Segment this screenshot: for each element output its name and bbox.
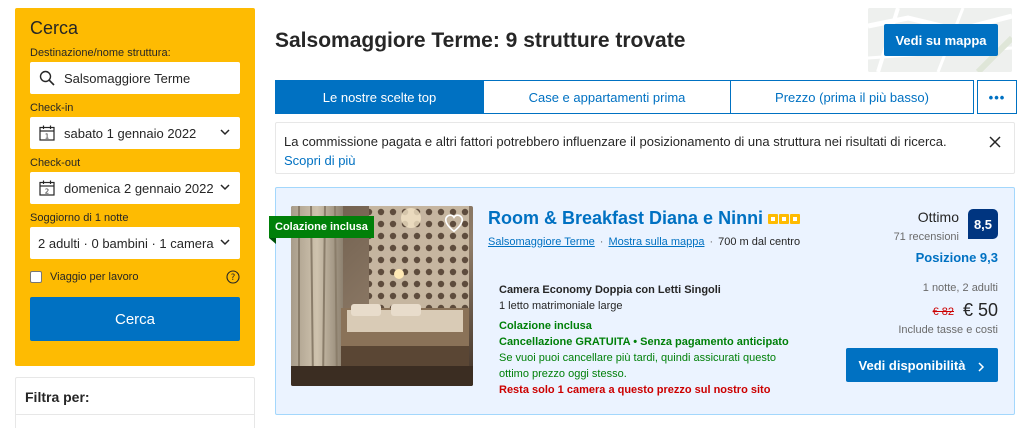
destination-field[interactable]: Salsomaggiore Terme [30, 62, 240, 94]
star-rating [768, 213, 801, 224]
checkout-value: domenica 2 gennaio 2022 [64, 180, 214, 196]
original-price: € 82 [932, 306, 954, 318]
results-heading: Salsomaggiore Terme: 9 strutture trovate [275, 29, 686, 52]
guests-value: 2 adulti · 0 bambini · 1 camera [38, 235, 214, 251]
availability-label: Vedi disponibilità [858, 357, 966, 373]
property-name[interactable]: Room & Breakfast Diana e Ninni [488, 208, 763, 229]
chevron-down-icon [219, 181, 231, 193]
close-icon[interactable] [988, 135, 1002, 149]
tab-price-lowest[interactable]: Prezzo (prima il più basso) [730, 80, 974, 114]
cancellation-note-line-2: ottimo prezzo oggi stesso. [499, 368, 627, 380]
heart-icon[interactable] [443, 212, 465, 234]
stay-summary: 1 notte, 2 adulti [922, 282, 998, 294]
guests-select[interactable]: 2 adulti · 0 bambini · 1 camera [30, 227, 240, 259]
search-button[interactable]: Cerca [30, 297, 240, 341]
checkout-field[interactable]: 2 domenica 2 gennaio 2022 [30, 172, 240, 204]
work-trip-row: Viaggio per lavoro ? [30, 270, 240, 284]
property-name-row: Room & Breakfast Diana e Ninni [488, 208, 801, 229]
checkout-label: Check-out [30, 157, 81, 169]
star-icon [790, 213, 801, 224]
filter-title: Filtra per: [25, 389, 90, 405]
filter-panel: Filtra per: [15, 377, 255, 428]
breakfast-badge: Colazione inclusa [269, 216, 374, 238]
see-availability-button[interactable]: Vedi disponibilità [846, 348, 998, 382]
calendar-icon: 2 [38, 179, 56, 197]
discounted-price: € 50 [962, 300, 998, 320]
stay-length-label: Soggiorno di 1 notte [30, 212, 129, 224]
rating-word: Ottimo [917, 209, 959, 225]
distance-text: 700 m dal centro [718, 236, 801, 248]
search-panel: Cerca Destinazione/nome struttura: Salso… [15, 8, 255, 366]
ranking-notice: La commissione pagata e altri fattori po… [275, 122, 1015, 174]
review-score-badge[interactable]: 8,5 [968, 209, 998, 239]
search-icon [38, 69, 56, 87]
checkin-icon-day: 1 [45, 133, 49, 141]
checkin-value: sabato 1 gennaio 2022 [64, 125, 197, 141]
checkin-field[interactable]: 1 sabato 1 gennaio 2022 [30, 117, 240, 149]
star-icon [768, 213, 779, 224]
review-count: 71 recensioni [893, 231, 959, 243]
chevron-right-icon [977, 360, 985, 372]
star-icon [779, 213, 790, 224]
destination-value: Salsomaggiore Terme [64, 70, 191, 86]
help-icon[interactable]: ? [226, 270, 240, 284]
chevron-down-icon [219, 126, 231, 138]
scarcity-message: Resta solo 1 camera a questo prezzo sul … [499, 384, 771, 396]
separator: · [599, 236, 604, 248]
location-score: Posizione 9,3 [915, 250, 998, 265]
chevron-down-icon [219, 236, 231, 248]
checkin-label: Check-in [30, 102, 74, 114]
sort-tabs: Le nostre scelte top Case e appartamenti… [275, 80, 1017, 114]
destination-label: Destinazione/nome struttura: [30, 47, 171, 59]
free-cancellation: Cancellazione GRATUITA • Senza pagamento… [499, 336, 789, 348]
separator: · [709, 236, 714, 248]
work-trip-checkbox[interactable] [30, 271, 42, 283]
tax-note: Include tasse e costi [898, 324, 998, 336]
breakfast-included: Colazione inclusa [499, 320, 592, 332]
location-row: Salsomaggiore Terme · Mostra sulla mappa… [488, 236, 800, 248]
tab-homes-first[interactable]: Case e appartamenti prima [483, 80, 731, 114]
bed-type: 1 letto matrimoniale large [499, 300, 623, 312]
map-button[interactable]: Vedi su mappa [884, 24, 998, 56]
room-name: Camera Economy Doppia con Letti Singoli [499, 284, 721, 296]
notice-learn-more-link[interactable]: Scopri di più [284, 153, 356, 168]
property-card: Colazione inclusa Room & Breakfast Diana… [269, 187, 1015, 415]
checkout-icon-day: 2 [45, 188, 49, 196]
search-title: Cerca [30, 18, 79, 38]
cancellation-note-line-1: Se vuoi puoi cancellare più tardi, quind… [499, 352, 776, 364]
svg-text:?: ? [231, 273, 236, 283]
location-link[interactable]: Salsomaggiore Terme [488, 236, 595, 248]
tab-top-picks[interactable]: Le nostre scelte top [275, 80, 484, 114]
room-details: Camera Economy Doppia con Letti Singoli … [499, 282, 789, 398]
notice-text: La commissione pagata e altri fattori po… [284, 134, 947, 149]
tab-more-options[interactable]: ••• [977, 80, 1017, 114]
calendar-icon: 1 [38, 124, 56, 142]
badge-fold [269, 238, 276, 244]
work-trip-label[interactable]: Viaggio per lavoro [50, 271, 138, 283]
show-on-map-link[interactable]: Mostra sulla mappa [608, 236, 704, 248]
filter-divider [16, 414, 254, 415]
